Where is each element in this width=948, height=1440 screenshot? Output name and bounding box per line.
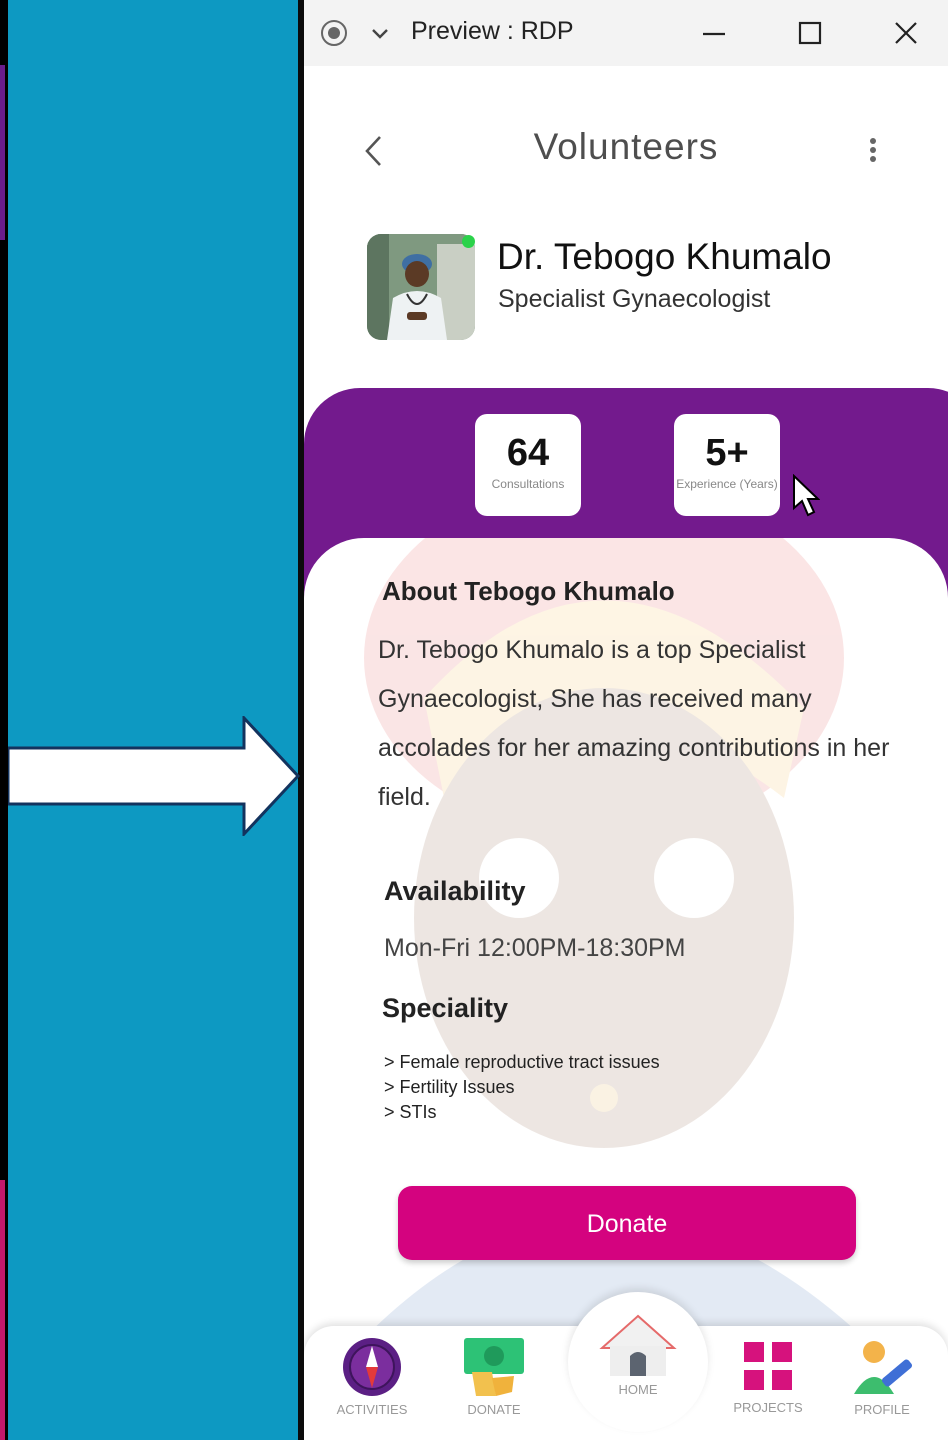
- nav-label: PROFILE: [854, 1402, 910, 1417]
- chevron-down-icon[interactable]: [370, 24, 390, 44]
- minimize-icon[interactable]: [698, 17, 730, 49]
- stat-value: 5+: [705, 432, 749, 474]
- grid-icon: [744, 1342, 792, 1390]
- page-title: Volunteers: [533, 126, 719, 167]
- left-accent-strip-top: [0, 65, 5, 240]
- stat-label: Consultations: [491, 477, 565, 491]
- nav-label: ACTIVITIES: [336, 1402, 408, 1417]
- stat-card-consultations: 64 Consultations: [475, 414, 581, 516]
- doctor-role: Specialist Gynaecologist: [498, 285, 771, 313]
- window-title: Preview : RDP: [411, 17, 574, 45]
- preview-window: Preview : RDP Volunteers Dr. Tebogo Khum…: [304, 0, 948, 1440]
- maximize-icon[interactable]: [794, 17, 826, 49]
- compass-icon: [343, 1338, 401, 1396]
- home-icon: [599, 1314, 677, 1376]
- about-heading: About Tebogo Khumalo: [382, 576, 675, 606]
- window-titlebar: Preview : RDP: [304, 0, 948, 66]
- list-item: > Female reproductive tract issues: [384, 1052, 660, 1072]
- more-vertical-icon[interactable]: [866, 136, 880, 166]
- close-icon[interactable]: [890, 17, 922, 49]
- doctor-name: Dr. Tebogo Khumalo: [497, 236, 832, 277]
- donate-button[interactable]: Donate: [398, 1186, 856, 1260]
- speciality-heading: Speciality: [382, 993, 509, 1023]
- nav-donate[interactable]: DONATE: [458, 1336, 530, 1417]
- list-item: > Fertility Issues: [384, 1077, 515, 1097]
- availability-heading: Availability: [384, 876, 526, 906]
- list-item: > STIs: [384, 1102, 437, 1122]
- mouse-cursor-icon: [793, 474, 820, 517]
- about-description: Dr. Tebogo Khumalo is a top Specialist G…: [378, 636, 890, 811]
- record-icon[interactable]: [320, 19, 348, 47]
- nav-profile[interactable]: PROFILE: [844, 1338, 920, 1417]
- left-accent-strip-bottom: [0, 1180, 5, 1440]
- speciality-list: > Female reproductive tract issues > Fer…: [384, 1050, 660, 1125]
- nav-home[interactable]: HOME: [598, 1312, 678, 1397]
- user-edit-icon: [854, 1341, 913, 1394]
- nav-label: DONATE: [467, 1402, 521, 1417]
- nav-projects[interactable]: PROJECTS: [730, 1338, 806, 1415]
- availability-hours: Mon-Fri 12:00PM-18:30PM: [384, 934, 686, 962]
- nav-label: PROJECTS: [733, 1400, 803, 1415]
- stat-label: Experience (Years): [676, 477, 778, 491]
- stat-card-experience: 5+ Experience (Years): [674, 414, 780, 516]
- money-hand-icon: [464, 1338, 524, 1396]
- nav-activities[interactable]: ACTIVITIES: [334, 1336, 410, 1417]
- nav-label: HOME: [618, 1382, 658, 1397]
- stat-value: 64: [506, 432, 550, 474]
- avatar: [367, 234, 475, 340]
- right-arrow-icon: [8, 716, 301, 836]
- app-header: Volunteers: [304, 100, 948, 200]
- online-status-dot: [462, 235, 475, 248]
